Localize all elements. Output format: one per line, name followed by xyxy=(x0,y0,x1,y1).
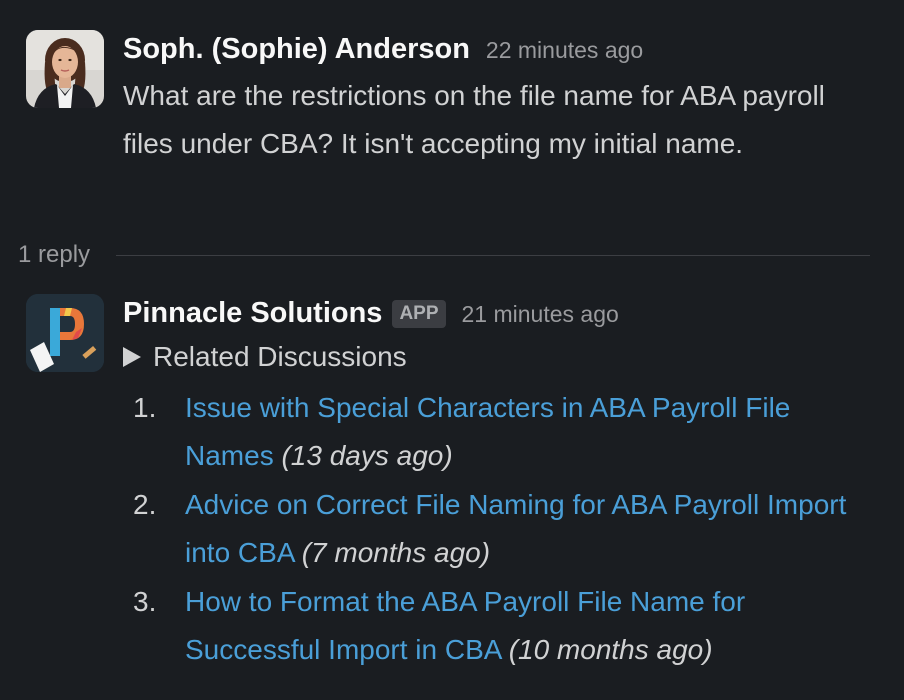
discussion-link[interactable]: Advice on Correct File Naming for ABA Pa… xyxy=(185,489,846,568)
list-item: 3. How to Format the ABA Payroll File Na… xyxy=(123,578,886,674)
reply-count[interactable]: 1 reply xyxy=(18,241,90,269)
details-summary: Related Discussions xyxy=(153,341,407,372)
divider-line xyxy=(116,254,870,256)
list-item: 1. Issue with Special Characters in ABA … xyxy=(123,384,886,480)
pinnacle-p-logo-icon xyxy=(26,294,104,372)
avatar-pinnacle[interactable] xyxy=(26,294,104,372)
list-number: 2. xyxy=(133,489,157,520)
related-discussions-toggle[interactable]: Related Discussions xyxy=(123,334,886,380)
message-header: Pinnacle Solutions APP 21 minutes ago xyxy=(123,294,886,332)
timestamp[interactable]: 21 minutes ago xyxy=(462,295,619,333)
author-name[interactable]: Soph. (Sophie) Anderson xyxy=(123,30,470,68)
discussion-age: (10 months ago) xyxy=(508,634,713,665)
thread-divider: 1 reply xyxy=(18,234,870,276)
app-badge: APP xyxy=(392,300,446,328)
discussion-age: (7 months ago) xyxy=(301,537,491,568)
list-number: 3. xyxy=(133,586,157,617)
avatar-sophie[interactable] xyxy=(26,30,104,108)
user-photo-avatar-icon xyxy=(26,30,104,108)
author-name[interactable]: Pinnacle Solutions xyxy=(123,294,382,332)
message-header: Soph. (Sophie) Anderson 22 minutes ago xyxy=(123,30,886,68)
message-body: Pinnacle Solutions APP 21 minutes ago Re… xyxy=(123,294,886,675)
triangle-right-icon xyxy=(123,347,141,367)
list-item: 2. Advice on Correct File Naming for ABA… xyxy=(123,481,886,577)
timestamp[interactable]: 22 minutes ago xyxy=(486,31,643,69)
discussion-age: (13 days ago) xyxy=(281,440,453,471)
list-number: 1. xyxy=(133,392,157,423)
message-text: What are the restrictions on the file na… xyxy=(123,80,825,159)
discussion-list: 1. Issue with Special Characters in ABA … xyxy=(123,384,886,674)
message-body: Soph. (Sophie) Anderson 22 minutes ago W… xyxy=(123,30,886,168)
discussion-link[interactable]: Issue with Special Characters in ABA Pay… xyxy=(185,392,790,471)
